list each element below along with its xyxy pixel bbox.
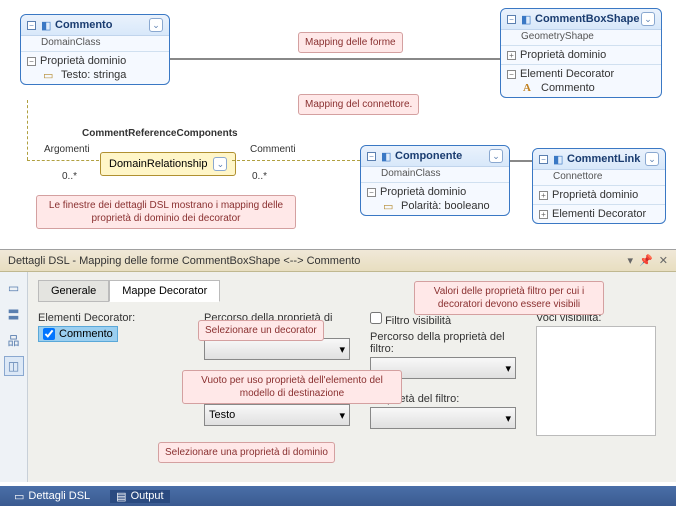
shape-subtitle: DomainClass [21,36,169,51]
chevron-icon[interactable]: ⌄ [213,157,227,171]
shape-title: CommentLink [567,153,640,165]
close-icon[interactable]: ✕ [659,254,668,267]
details-panel: Dettagli DSL - Mapping delle forme Comme… [0,250,676,486]
relationship-title: CommentReferenceComponents [82,128,238,139]
select-prop-filtro[interactable]: ▾ [370,407,516,429]
chevron-down-icon: ▾ [339,409,345,422]
text-icon [523,82,537,94]
collapse-toggle[interactable]: − [27,21,36,30]
filtro-checkbox[interactable] [370,312,382,324]
mult-left: 0..* [62,171,77,182]
chevron-icon[interactable]: ⌄ [641,12,655,26]
relationship-box[interactable]: DomainRelationship ⌄ [100,152,236,176]
select-percorso-vis[interactable]: ▾ [204,338,350,360]
details-main: Generale Mappe Decorator Elementi Decora… [28,272,676,482]
doc-icon: ▭ [14,490,24,503]
callout-empty-dest: Vuoto per uso proprietà dell'elemento de… [182,370,402,404]
decorator-item[interactable]: Commento [38,326,118,342]
listbox-voci-vis[interactable] [536,326,656,436]
section-toggle[interactable]: + [539,191,548,200]
connector-line [27,100,28,160]
chevron-down-icon: ▾ [505,412,511,425]
callout-select-domain-prop: Selezionare una proprietà di dominio [158,442,335,463]
connector-icon [553,153,567,165]
select-prop-vis-value: Testo [209,409,235,421]
shape-title: Componente [395,150,462,162]
mult-right: 0..* [252,171,267,182]
shape-title: CommentBoxShape [535,13,640,25]
shape-subtitle: GeometryShape [501,30,661,45]
tab-general[interactable]: Generale [38,280,109,302]
callout-dsl-windows: Le finestre dei dettagli DSL mostrano i … [36,195,296,229]
chevron-icon[interactable]: ⌄ [489,149,503,163]
callout-select-decorator: Selezionare un decorator [198,320,324,341]
section-label: Proprietà dominio [552,189,638,201]
tool-btn-4[interactable]: ◫ [4,356,24,376]
shape-subtitle: Connettore [533,170,665,185]
details-titlebar: Dettagli DSL - Mapping delle forme Comme… [0,250,676,272]
decorator-label: Commento [541,82,595,94]
section-label: Proprietà dominio [40,55,126,67]
property-icon [383,200,397,212]
tool-btn-3[interactable]: 品 [4,330,24,350]
pin-icon[interactable]: 📌 [639,254,653,267]
callout-mapping-forms: Mapping delle forme [298,32,403,53]
chevron-icon[interactable]: ⌄ [149,18,163,32]
section-toggle[interactable]: − [507,70,516,79]
property-icon [43,69,57,81]
section-toggle[interactable]: + [507,51,516,60]
property-label: Polarità: booleano [401,200,490,212]
collapse-toggle[interactable]: − [367,152,376,161]
details-title-text: Dettagli DSL - Mapping delle forme Comme… [8,255,360,267]
connector-line [510,160,532,162]
diagram-canvas[interactable]: − Commento ⌄ DomainClass −Proprietà domi… [0,0,676,250]
tool-btn-1[interactable]: ▭ [4,278,24,298]
dropdown-icon[interactable]: ▾ [628,254,634,267]
shape-commento[interactable]: − Commento ⌄ DomainClass −Proprietà domi… [20,14,170,85]
chevron-icon[interactable]: ⌄ [645,152,659,166]
label-percorso-filtro: Percorso della proprietà del filtro: [370,331,516,355]
class-icon [41,19,55,31]
label-elementi-decorator: Elementi Decorator: [38,312,184,324]
section-label: Elementi Decorator [520,68,614,80]
decorator-item-label: Commento [59,328,113,340]
callout-mapping-connector: Mapping del connettore. [298,94,419,115]
section-toggle[interactable]: + [539,210,548,219]
connector-line [232,160,360,161]
shape-componente[interactable]: − Componente ⌄ DomainClass −Proprietà do… [360,145,510,216]
output-icon: ▤ [116,490,126,503]
section-label: Elementi Decorator [552,208,646,220]
shape-title: Commento [55,19,112,31]
decorator-checkbox[interactable] [43,328,55,340]
section-label: Proprietà dominio [380,186,466,198]
statusbar-output[interactable]: ▤Output [110,490,169,503]
collapse-toggle[interactable]: − [539,155,548,164]
shape-commentlink[interactable]: − CommentLink ⌄ Connettore + Proprietà do… [532,148,666,224]
tool-btn-2[interactable]: 〓 [4,304,24,324]
role-right: Commenti [250,144,296,155]
property-label: Testo: stringa [61,69,126,81]
shape-commentboxshape[interactable]: − CommentBoxShape ⌄ GeometryShape + Propr… [500,8,662,98]
chevron-down-icon: ▾ [505,362,511,375]
label-filtro-vis: Filtro visibilità [385,315,451,327]
callout-filter-values: Valori delle proprietà filtro per cui i … [414,281,604,315]
connector-line [170,58,500,60]
shape-subtitle: DomainClass [361,167,509,182]
connector-line [27,160,99,161]
section-toggle[interactable]: − [27,57,36,66]
relationship-label: DomainRelationship [109,158,207,170]
select-prop-vis[interactable]: Testo ▾ [204,404,350,426]
chevron-down-icon: ▾ [339,343,345,356]
section-toggle[interactable]: − [367,188,376,197]
section-label: Proprietà dominio [520,49,606,61]
tab-decorator[interactable]: Mappe Decorator [109,280,220,302]
statusbar: ▭Dettagli DSL ▤Output [0,486,676,506]
class-icon [381,150,395,162]
class-icon [521,13,535,25]
collapse-toggle[interactable]: − [507,15,516,24]
statusbar-dsl[interactable]: ▭Dettagli DSL [8,490,96,503]
role-left: Argomenti [44,144,90,155]
tool-strip: ▭ 〓 品 ◫ [0,272,28,482]
